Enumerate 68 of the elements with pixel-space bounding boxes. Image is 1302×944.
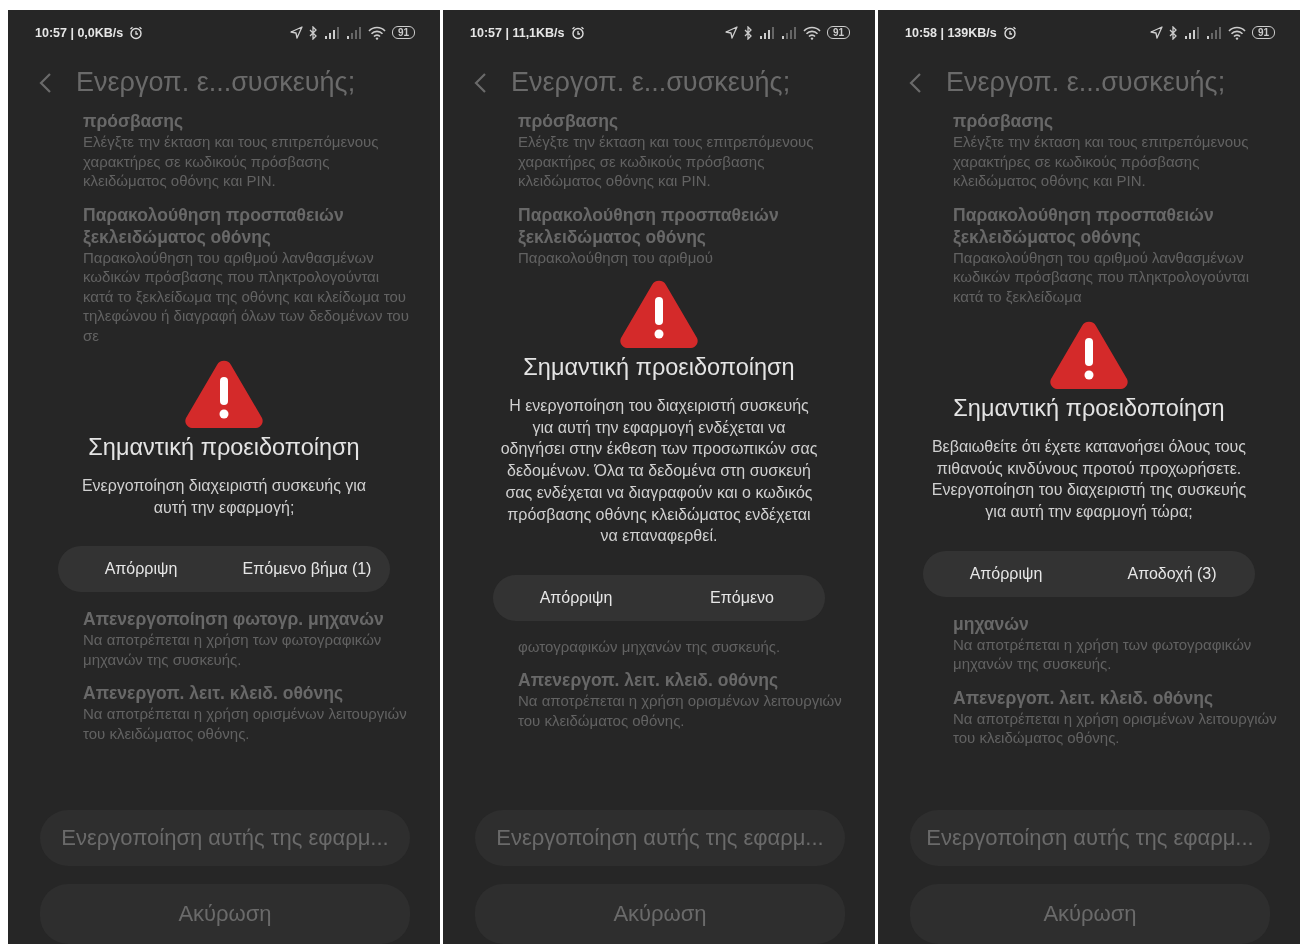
setting-heading: Παρακολούθηση προσπαθειών ξεκλειδώματος οθόνης [518,203,780,248]
setting-heading: Απενεργοπ. λειτ. κλειδ. οθόνης [953,686,1215,709]
location-icon [1149,26,1163,39]
setting-description: Ελέγξτε την έκταση και τους επιτρεπόμενους χαρακτήρες σε κωδικούς πρόσβασης κλειδώματος οθόνης και PIN. [518,132,815,191]
setting-heading: πρόσβασης [953,110,1055,132]
setting-description: Να αποτρέπεται η χρήση των φωτογραφικών μηχανών της συσκευής. [953,634,1253,674]
dialog-button[interactable]: Αποδοχή (3) [1089,550,1255,597]
dialog-message: Η ενεργοποίηση του διαχειριστή συσκευής για αυτή την εφαρμογή ενδέχεται να οδηγήσει στην έκθεση των προσωπικών σας δεδομένων. Όλα τα δεδομένα στη συσκευή σας ενδέχεται να διαγραφούν και ο κωδικός πρόσβασης οθόνης κλειδώματος ενδέχεται να επαναφερθεί. [499,396,819,547]
dialog-title: Σημαντική προειδοποίηση [953,395,1225,422]
dialog-button[interactable]: Επόμενο βήμα (1) [224,546,390,593]
signal-icon [780,26,797,39]
dialog-title: Σημαντική προειδοποίηση [523,354,795,381]
setting-heading: Απενεργοποίηση φωτογρ. μηχανών [83,608,385,631]
dialog-message: Ενεργοποίηση διαχειριστή συσκευής για αυτή την εφαρμογή; [80,476,368,518]
bluetooth-icon [1168,25,1178,40]
alarm-icon [570,25,585,40]
setting-heading: Απενεργοπ. λειτ. κλειδ. οθόνης [83,682,345,705]
setting-description: Ελέγξτε την έκταση και τους επιτρεπόμενους χαρακτήρες σε κωδικούς πρόσβασης κλειδώματος οθόνης και PIN. [83,132,380,191]
setting-heading: Απενεργοπ. λειτ. κλειδ. οθόνης [518,669,780,692]
alarm-icon [129,25,144,40]
page-title: Ενεργοπ. ε...συσκευής; [946,67,1226,98]
back-icon[interactable] [38,71,52,94]
setting-description: Να αποτρέπεται η χρήση ορισμένων λειτουργιών του κλειδώματος οθόνης. [953,708,1278,748]
back-icon[interactable] [473,71,487,94]
bluetooth-icon [308,25,318,40]
setting-heading: Παρακολούθηση προσπαθειών ξεκλειδώματος οθόνης [83,203,345,248]
setting-description: Παρακολούθηση του αριθμού [518,247,714,267]
status-time: 10:58 | 139KB/s [905,25,997,40]
setting-description: Να αποτρέπεται η χρήση ορισμένων λειτουργιών του κλειδώματος οθόνης. [83,704,408,744]
signal-icon [758,26,775,39]
alarm-icon [1002,25,1017,40]
wifi-icon [367,25,386,40]
signal-icon [323,26,340,39]
dialog-button[interactable]: Απόρριψη [493,574,659,621]
setting-heading: πρόσβασης [83,110,185,132]
page-title: Ενεργοπ. ε...συσκευής; [511,67,791,98]
setting-description: Ελέγξτε την έκταση και τους επιτρεπόμενους χαρακτήρες σε κωδικούς πρόσβασης κλειδώματος οθόνης και PIN. [953,132,1250,191]
setting-heading: πρόσβασης [518,110,620,132]
setting-description: Παρακολούθηση του αριθμού λανθασμένων κωδικών πρόσβασης που πληκτρολογούνται κατά το ξεκλείδωμα της οθόνης και κλείδωμα του τηλεφώνου ή διαγραφή όλων των δεδομένων του σε [83,247,410,345]
dialog-title: Σημαντική προειδοποίηση [88,434,360,461]
back-icon[interactable] [908,71,922,94]
page-title: Ενεργοπ. ε...συσκευής; [76,67,356,98]
location-icon [289,26,303,39]
setting-description: Να αποτρέπεται η χρήση ορισμένων λειτουργιών του κλειδώματος οθόνης. [518,691,843,731]
battery-indicator: 91 [391,26,415,39]
signal-icon [345,26,362,39]
status-time: 10:57 | 11,1KB/s [470,25,565,40]
setting-heading: Παρακολούθηση προσπαθειών ξεκλειδώματος οθόνης [953,203,1215,248]
wifi-icon [1227,25,1246,40]
setting-description: φωτογραφικών μηχανών της συσκευής. [518,636,782,657]
warning-icon [619,280,699,348]
dialog-message: Βεβαιωθείτε ότι έχετε κατανοήσει όλους τους πιθανούς κινδύνους προτού προχωρήσετε. Ενεργοποίηση του διαχειριστή της συσκευής για αυτή την εφαρμογή τώρα; [930,437,1248,523]
dialog-button[interactable]: Επόμενο [659,574,825,621]
dialog-button[interactable]: Απόρριψη [58,546,224,593]
status-time: 10:57 | 0,0KB/s [35,25,124,40]
bluetooth-icon [743,25,753,40]
wifi-icon [802,25,821,40]
location-icon [724,26,738,39]
dialog-button[interactable]: Απόρριψη [923,550,1089,597]
signal-icon [1183,26,1200,39]
setting-description: Να αποτρέπεται η χρήση των φωτογραφικών μηχανών της συσκευής. [83,630,383,670]
signal-icon [1205,26,1222,39]
setting-heading: μηχανών [953,612,1030,635]
battery-indicator: 91 [826,26,850,39]
warning-icon [184,360,264,428]
setting-description: Παρακολούθηση του αριθμού λανθασμένων κωδικών πρόσβασης που πληκτρολογούνται κατά το ξεκλείδωμα [953,247,1251,306]
battery-indicator: 91 [1251,26,1275,39]
warning-icon [1049,321,1129,389]
